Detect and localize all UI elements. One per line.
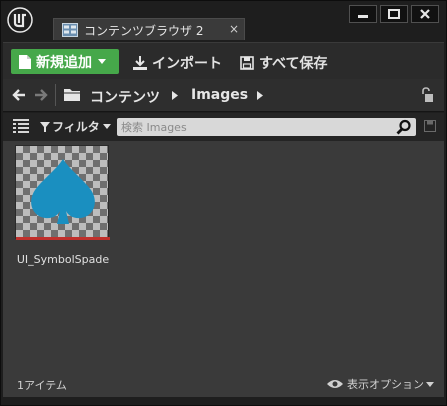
import-label: インポート [152,56,222,72]
chevron-right-icon[interactable] [172,91,178,100]
save-icon [240,56,254,70]
search-icon[interactable] [396,119,412,135]
close-button[interactable] [411,5,439,23]
nav-divider [55,84,56,106]
import-icon [133,56,147,70]
maximize-button[interactable] [380,5,408,23]
import-button[interactable]: インポート [133,53,222,73]
add-new-label: 新規追加 [36,54,92,71]
save-all-button[interactable]: すべて保存 [240,53,327,73]
breadcrumb-content[interactable]: コンテンツ [90,87,160,107]
close-icon [420,9,430,19]
window-controls [349,5,442,25]
chevron-down-icon [98,58,106,64]
save-search-icon[interactable] [424,120,436,132]
asset-view: UI_SymbolSpade [3,141,444,371]
status-bar: 1アイテム 表示オプション [3,371,444,397]
save-all-label: すべて保存 [259,56,328,72]
breadcrumb-images[interactable]: Images [191,87,248,103]
search-input[interactable] [121,118,391,136]
view-options-label: 表示オプション [347,378,424,391]
chevron-down-icon [426,381,434,387]
filter-bar: フィルタ [3,113,444,141]
view-options-button[interactable]: 表示オプション [327,376,438,392]
asset-name: UI_SymbolSpade [16,253,110,266]
forward-arrow-icon[interactable] [33,88,49,102]
chevron-down-icon [102,124,111,129]
content-browser-icon [62,22,78,37]
item-count: 1アイテム [17,379,67,392]
filter-label: フィルタ [52,120,100,134]
back-arrow-icon[interactable] [11,88,27,102]
spade-icon [31,159,95,224]
tab-close-icon[interactable]: × [229,22,239,36]
lock-icon[interactable] [420,87,434,103]
minimize-button[interactable] [349,5,377,23]
folder-icon [64,89,80,101]
filter-dropdown-button[interactable]: フィルタ [40,118,111,135]
navigation-bar: コンテンツ Images [3,79,444,112]
chevron-right-icon[interactable] [257,91,263,100]
maximize-icon [388,9,400,19]
new-file-icon [19,54,31,69]
tab-content-browser[interactable]: コンテンツブラウザ 2 × [53,18,245,40]
minimize-icon [358,15,368,18]
sources-panel-icon[interactable] [13,119,29,133]
filter-icon [40,121,50,132]
eye-icon [327,380,343,388]
content-browser-window: コンテンツブラウザ 2 × 新規追加 インポート すべて保存 コンテンツ Ima… [0,0,447,406]
add-new-button[interactable]: 新規追加 [11,49,119,74]
unreal-logo-icon[interactable] [7,7,33,33]
tab-label: コンテンツブラウザ 2 [84,24,204,38]
asset-thumbnail[interactable] [15,145,110,240]
asset-type-bar [16,237,110,240]
search-box [117,118,416,136]
toolbar: 新規追加 インポート すべて保存 [3,42,444,80]
